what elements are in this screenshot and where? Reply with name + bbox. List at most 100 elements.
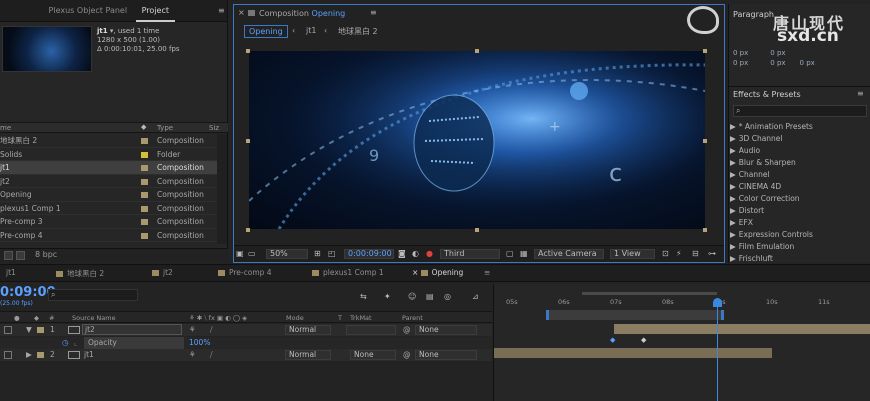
layer-bar-jt2[interactable] [614, 324, 870, 334]
layer-name[interactable]: jt1 [84, 349, 94, 361]
camera-icon[interactable]: ◙ [398, 249, 406, 258]
fast-previews-icon[interactable]: ⚡ [676, 249, 682, 258]
collapse-icon[interactable]: ⚘ [189, 324, 196, 336]
effect-category[interactable]: ▶ * Animation Presets [729, 121, 870, 133]
label-swatch[interactable] [141, 138, 148, 144]
keyframe-icon[interactable]: ◆ [641, 336, 646, 344]
zoom-dropdown[interactable]: 50% [266, 249, 308, 259]
effect-category[interactable]: ▶ 3D Channel [729, 133, 870, 145]
shy-icon[interactable]: ☺ [408, 292, 416, 301]
collapse-icon[interactable]: ⚘ [189, 349, 196, 361]
timeline-graph[interactable]: 05s06s07s08s09s10s11s ◆ ◆ [493, 284, 870, 401]
col-trkmat[interactable]: TrkMat [350, 312, 372, 324]
tab-plexus[interactable]: plexus1 Comp 1 [312, 268, 384, 277]
stopwatch-icon[interactable]: ◷ [62, 337, 69, 349]
layer-name[interactable]: jt2 [82, 324, 182, 335]
project-item[interactable]: Opening Composition [0, 188, 217, 202]
project-item[interactable]: 地球黑白 2 Composition [0, 134, 217, 148]
project-scrollbar[interactable] [217, 134, 227, 244]
opacity-value[interactable]: 100% [189, 337, 210, 349]
panel-menu-icon[interactable]: ≡ [370, 8, 377, 17]
effect-category[interactable]: ▶ Channel [729, 169, 870, 181]
effect-category[interactable]: ▶ Color Correction [729, 193, 870, 205]
project-item[interactable]: jt1 Composition [0, 161, 217, 175]
resolution-dropdown[interactable]: Third [440, 249, 500, 259]
graph-icon[interactable]: ⌞ [74, 337, 78, 349]
tab-earth[interactable]: 地球黑白 2 [56, 268, 104, 279]
label-swatch[interactable] [141, 205, 148, 212]
keyframe-icon[interactable]: ◆ [610, 336, 615, 344]
label-swatch[interactable] [141, 219, 148, 225]
interpret-footage-icon[interactable] [4, 251, 13, 260]
effect-category[interactable]: ▶ Distort [729, 205, 870, 217]
transform-handle[interactable] [475, 228, 479, 232]
twirl-down-icon[interactable]: ▼ [26, 324, 32, 336]
label-swatch[interactable] [37, 352, 44, 358]
effect-category[interactable]: ▶ CINEMA 4D [729, 181, 870, 193]
current-time[interactable]: 0:00:09:00 [344, 249, 394, 259]
pickwhip-icon[interactable]: @ [403, 324, 411, 336]
indent-right[interactable]: 0 px [770, 49, 785, 57]
work-area-bar[interactable] [546, 310, 724, 320]
breadcrumb-earth[interactable]: 地球黑白 2 [338, 26, 378, 37]
panel-menu-icon[interactable]: ≡ [484, 268, 490, 277]
col-name[interactable]: me [0, 124, 11, 132]
close-icon[interactable]: × [238, 8, 245, 17]
time-navigator[interactable] [582, 292, 717, 295]
transform-handle[interactable] [246, 139, 250, 143]
transform-handle[interactable] [703, 139, 707, 143]
switches-icon[interactable]: ⚘ ✱ ⧹ fx ▣ ◐ ◯ ◈ [189, 312, 247, 324]
breadcrumb-jt1[interactable]: jt1 [306, 26, 316, 35]
show-snapshot-icon[interactable]: ◐ [412, 249, 419, 258]
twirl-right-icon[interactable]: ▶ [26, 349, 32, 361]
label-icon[interactable]: ◆ [34, 312, 39, 324]
monitor-icon[interactable]: ▭ [248, 249, 256, 258]
transform-handle[interactable] [246, 49, 250, 53]
space-after[interactable]: 0 px [770, 59, 785, 67]
transform-handle[interactable] [703, 49, 707, 53]
effect-category[interactable]: ▶ Blur & Sharpen [729, 157, 870, 169]
effect-category[interactable]: ▶ Expression Controls [729, 229, 870, 241]
blend-mode-dropdown[interactable]: Normal [285, 350, 331, 360]
project-item[interactable]: Solids Folder [0, 148, 217, 161]
tab-jt1[interactable]: jt1 [6, 268, 16, 277]
project-item[interactable]: Pre-comp 3 Composition [0, 215, 217, 229]
label-swatch[interactable] [37, 327, 44, 333]
tab-plexus-object-panel[interactable]: Plexus Object Panel [43, 0, 134, 22]
tab-precomp4[interactable]: Pre-comp 4 [218, 268, 272, 277]
quality-icon[interactable]: ⧸ [210, 324, 213, 336]
tab-jt2[interactable]: jt2 [152, 268, 173, 277]
label-swatch[interactable] [141, 192, 148, 198]
region-of-interest-icon[interactable]: ▢ [506, 249, 514, 258]
col-mode[interactable]: Mode [286, 312, 304, 324]
parent-dropdown[interactable]: None [415, 325, 477, 335]
label-swatch[interactable] [141, 165, 148, 171]
trkmat-dropdown[interactable]: None [350, 350, 396, 360]
col-parent[interactable]: Parent [402, 312, 423, 324]
quality-icon[interactable]: ⧸ [210, 349, 213, 361]
effect-category[interactable]: ▶ Audio [729, 145, 870, 157]
graph-editor-icon[interactable]: ⊿ [472, 292, 479, 301]
project-item[interactable]: plexus1 Comp 1 Composition [0, 202, 217, 215]
trkmat-dropdown[interactable] [346, 325, 396, 335]
label-icon[interactable]: ◆ [141, 123, 146, 131]
transform-handle[interactable] [246, 228, 250, 232]
grid-icon[interactable]: ⊞ [314, 249, 321, 258]
lock-icon[interactable] [248, 10, 255, 16]
blend-mode-dropdown[interactable]: Normal [285, 325, 331, 335]
label-swatch[interactable] [141, 232, 148, 239]
solo-icon[interactable]: ● [14, 312, 20, 324]
draft-3d-icon[interactable]: ✦ [384, 292, 391, 301]
always-preview-icon[interactable]: ▣ [236, 249, 244, 258]
transform-handle[interactable] [475, 49, 479, 53]
view-layout-dropdown[interactable]: 1 View [610, 249, 655, 259]
visibility-icon[interactable] [4, 326, 12, 334]
space-before[interactable]: 0 px [733, 59, 748, 67]
project-item[interactable]: jt2 Composition [0, 175, 217, 188]
project-item[interactable]: Pre-comp 4 Composition [0, 229, 217, 242]
layer-row[interactable]: ▼ 1 jt2 ⚘ ⧸ Normal @ None [0, 324, 492, 336]
time-ruler[interactable]: 05s06s07s08s09s10s11s [494, 298, 870, 310]
comp-viewer[interactable]: c 9 + [249, 51, 705, 229]
col-type[interactable]: Type [157, 124, 173, 132]
tab-project[interactable]: Project [135, 2, 175, 22]
